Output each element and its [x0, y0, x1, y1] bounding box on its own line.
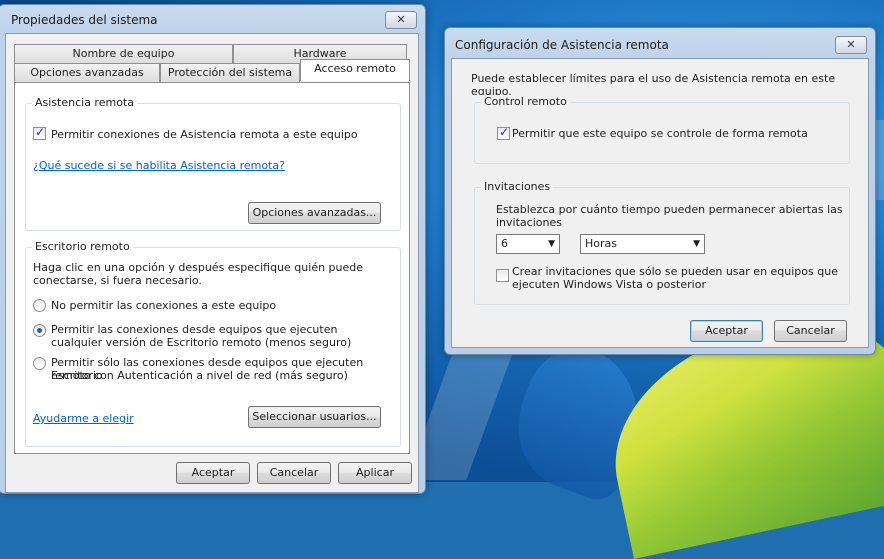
unit-value: Horas	[585, 237, 617, 250]
advanced-options-button[interactable]: Opciones avanzadas...	[248, 202, 381, 224]
radio-no-permitir[interactable]	[33, 299, 46, 312]
escritorio-description: conectarse, si fuera necesario.	[33, 274, 202, 287]
invitations-text: invitaciones	[496, 216, 562, 229]
group-title: Asistencia remota	[32, 96, 137, 109]
radio-label[interactable]: cualquier versión de Escritorio remoto (…	[51, 336, 351, 349]
system-properties-window: Propiedades del sistema ✕ Nombre de equi…	[0, 4, 426, 494]
amount-value: 6	[501, 237, 508, 250]
radio-label[interactable]: remoto con Autenticación a nivel de red …	[51, 369, 348, 382]
escritorio-description: Haga clic en una opción y después especi…	[33, 261, 364, 274]
tab-nombre-equipo[interactable]: Nombre de equipo	[14, 44, 233, 64]
cancel-button[interactable]: Cancelar	[257, 462, 331, 484]
control-group: Control remoto Permitir que este equipo …	[474, 95, 850, 164]
radio-permitir-nla[interactable]	[33, 357, 46, 370]
radio-label[interactable]: No permitir las conexiones a este equipo	[51, 299, 276, 312]
apply-button[interactable]: Aplicar	[338, 462, 412, 484]
window-client: Nombre de equipo Hardware Opciones avanz…	[5, 33, 419, 493]
vista-checkbox[interactable]	[496, 269, 509, 282]
amount-select[interactable]: 6 ▼	[496, 234, 560, 254]
asistencia-group: Asistencia remota Permitir conexiones de…	[25, 96, 401, 231]
tab-proteccion-sistema[interactable]: Protección del sistema	[160, 63, 300, 83]
invitations-text: Establezca por cuánto tiempo pueden perm…	[496, 203, 843, 216]
asistencia-help-link[interactable]: ¿Qué sucede si se habilita Asistencia re…	[33, 159, 285, 172]
close-button[interactable]: ✕	[385, 11, 417, 29]
vista-checkbox-label[interactable]: ejecuten Windows Vista o posterior	[512, 278, 706, 291]
chevron-down-icon: ▼	[693, 239, 700, 249]
vista-checkbox-label[interactable]: Crear invitaciones que sólo se pueden us…	[512, 265, 838, 278]
group-title: Invitaciones	[481, 180, 554, 193]
asistencia-checkbox-label[interactable]: Permitir conexiones de Asistencia remota…	[51, 128, 358, 141]
escritorio-group: Escritorio remoto Haga clic en una opció…	[25, 240, 401, 447]
asistencia-checkbox[interactable]	[33, 125, 46, 140]
close-button[interactable]: ✕	[835, 36, 867, 54]
ok-button[interactable]: Aceptar	[176, 462, 250, 484]
group-title: Control remoto	[481, 95, 570, 108]
group-title: Escritorio remoto	[32, 240, 133, 253]
radio-permitir-cualquier[interactable]	[33, 324, 46, 337]
chevron-down-icon: ▼	[548, 239, 555, 249]
dialog-ok-button[interactable]: Aceptar	[690, 320, 763, 342]
invitations-group: Invitaciones Establezca por cuánto tiemp…	[474, 180, 850, 305]
help-choose-link[interactable]: Ayudarme a elegir	[33, 412, 134, 425]
unit-select[interactable]: Horas ▼	[580, 234, 705, 254]
control-checkbox-label[interactable]: Permitir que este equipo se controle de …	[512, 127, 808, 140]
tab-acceso-remoto[interactable]: Acceso remoto	[300, 59, 410, 81]
tab-opciones-avanzadas[interactable]: Opciones avanzadas	[14, 63, 160, 83]
remote-assistance-dialog: Configuración de Asistencia remota ✕ Pue…	[444, 27, 876, 355]
dialog-title: Configuración de Asistencia remota	[455, 38, 669, 52]
dialog-cancel-button[interactable]: Cancelar	[774, 320, 847, 342]
control-checkbox[interactable]	[497, 125, 510, 140]
select-users-button[interactable]: Seleccionar usuarios...	[248, 406, 381, 428]
window-title: Propiedades del sistema	[11, 13, 158, 27]
dialog-client: Puede establecer límites para el uso de …	[451, 58, 869, 348]
radio-label[interactable]: Permitir las conexiones desde equipos qu…	[51, 323, 337, 336]
tab-panel: Asistencia remota Permitir conexiones de…	[14, 82, 410, 454]
